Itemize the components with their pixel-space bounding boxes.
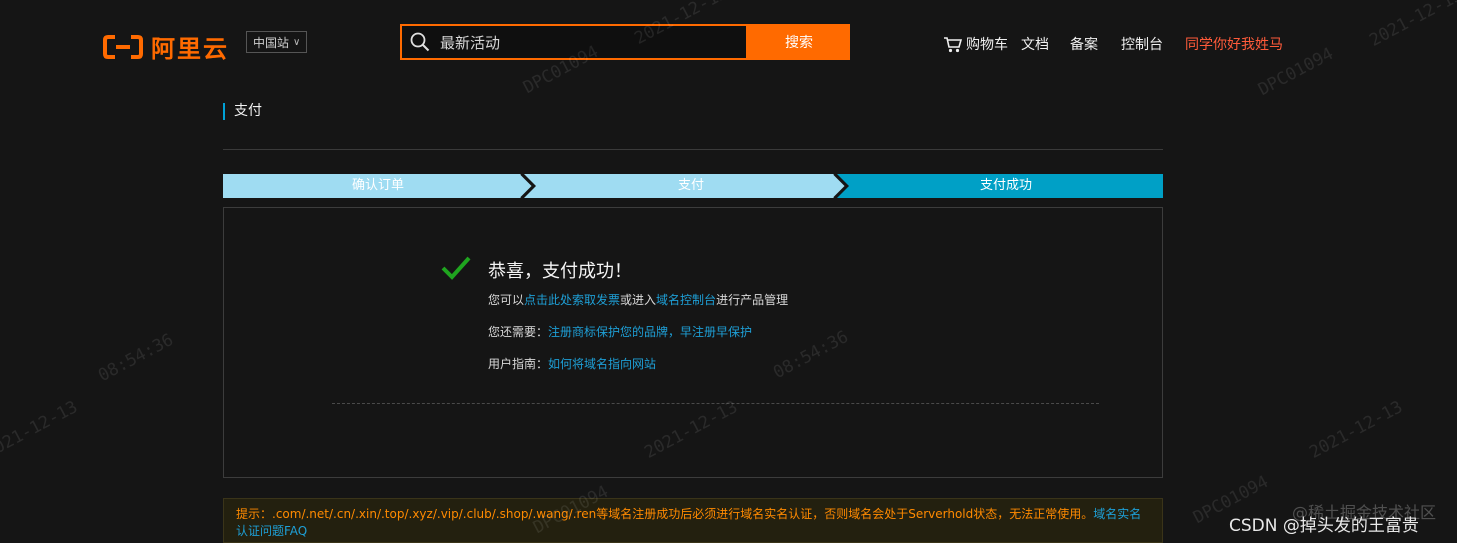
chevron-down-icon: ∨: [293, 36, 301, 48]
success-title: 恭喜，支付成功！: [488, 261, 632, 282]
tip-text: 提示：.com/.net/.cn/.xin/.top/.xyz/.vip/.cl…: [236, 507, 1094, 521]
watermark: 08:54:36: [95, 329, 177, 387]
trademark-line: 您还需要：注册商标保护您的品牌，早注册早保护: [488, 323, 752, 340]
divider: [223, 149, 1163, 150]
page-title: 支付: [223, 103, 262, 120]
result-panel: [223, 207, 1163, 478]
step-pay-success: 支付成功: [979, 178, 1032, 193]
invoice-line: 您可以点击此处索取发票或进入域名控制台进行产品管理: [488, 291, 788, 308]
aliyun-logo-icon: [103, 34, 143, 59]
request-invoice-link[interactable]: 点击此处索取发票: [524, 293, 620, 307]
progress-steps: 确认订单 支付 支付成功: [223, 174, 1163, 198]
cart-icon: [944, 36, 962, 52]
search-button[interactable]: 搜索: [748, 24, 850, 60]
aliyun-logo[interactable]: 阿里云: [103, 29, 229, 64]
region-selector[interactable]: 中国站 ∨: [246, 31, 308, 53]
dashed-divider: [332, 403, 1099, 404]
cart-link[interactable]: 购物车: [943, 34, 1008, 54]
guide-prefix: 用户指南：: [488, 357, 549, 371]
region-label: 中国站: [253, 35, 290, 50]
invoice-middle: 或进入: [620, 293, 657, 307]
domain-console-link[interactable]: 域名控制台: [656, 293, 716, 307]
dns-guide-link[interactable]: 如何将域名指向网站: [548, 357, 656, 371]
trademark-link[interactable]: 注册商标保护您的品牌，早注册早保护: [548, 325, 752, 339]
search-bar: 最新活动 搜索: [400, 24, 850, 60]
watermark: 2021-12-13: [1366, 0, 1457, 51]
search-value: 最新活动: [440, 33, 501, 52]
invoice-suffix: 进行产品管理: [716, 293, 789, 307]
watermark: 2021-12-13: [1306, 397, 1407, 463]
cart-label: 购物车: [966, 37, 1008, 53]
logo-text: 阿里云: [151, 35, 229, 63]
step-confirm-order: 确认订单: [351, 178, 404, 193]
search-input[interactable]: 最新活动: [400, 24, 748, 60]
watermark: 2021-12-13: [0, 397, 82, 463]
step-pay: 支付: [677, 178, 704, 193]
tip-banner: 提示：.com/.net/.cn/.xin/.top/.xyz/.vip/.cl…: [223, 498, 1163, 543]
nav-filing[interactable]: 备案: [1070, 34, 1098, 54]
search-icon: [410, 32, 430, 52]
guide-line: 用户指南：如何将域名指向网站: [488, 355, 656, 372]
csdn-credit: CSDN @掉头发的王富贵: [1229, 516, 1419, 536]
invoice-prefix: 您可以: [488, 293, 525, 307]
trademark-prefix: 您还需要：: [488, 325, 549, 339]
nav-docs[interactable]: 文档: [1021, 34, 1049, 54]
checkmark-icon: [441, 256, 471, 280]
user-greeting-link[interactable]: 同学你好我姓马: [1185, 34, 1283, 54]
nav-console[interactable]: 控制台: [1121, 34, 1163, 54]
